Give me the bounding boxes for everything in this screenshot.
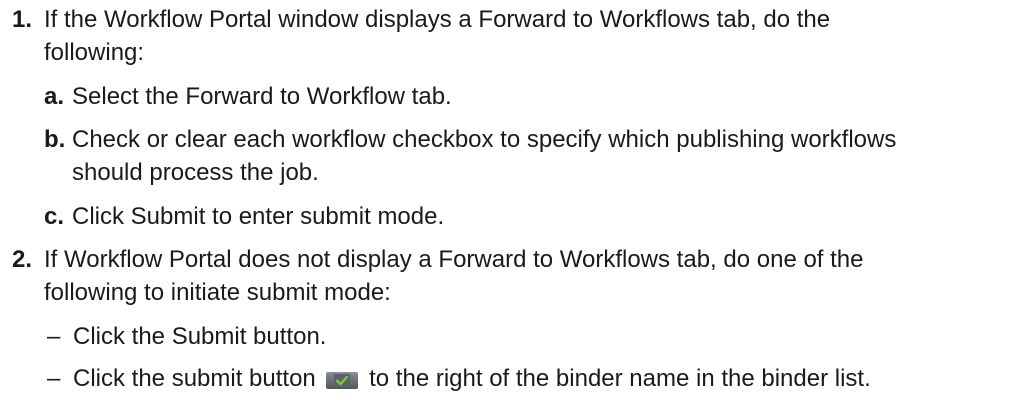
substep-b-line-2: should process the job. bbox=[72, 159, 319, 186]
bullet-2-text-before: Click the submit button bbox=[73, 365, 316, 392]
step-2-line-1: If Workflow Portal does not display a Fo… bbox=[44, 246, 864, 273]
substep-b-letter: b. bbox=[44, 126, 66, 153]
bullet-1-dash: – bbox=[47, 323, 61, 350]
step-1-text: If the Workflow Portal window displays a… bbox=[44, 3, 1004, 69]
bullet-2-text: Click the submit button to the right of … bbox=[73, 362, 1023, 395]
substep-c-letter: c. bbox=[44, 203, 65, 230]
submit-checkmark-icon bbox=[326, 372, 359, 389]
substep-b-line-1: Check or clear each workflow checkbox to… bbox=[72, 126, 897, 153]
step-2-number: 2. bbox=[12, 246, 33, 273]
substep-a-text: Select the Forward to Workflow tab. bbox=[72, 83, 452, 110]
step-1-line-1: If the Workflow Portal window displays a… bbox=[44, 6, 831, 33]
substep-a-letter: a. bbox=[44, 83, 65, 110]
bullet-1-text: Click the Submit button. bbox=[73, 323, 327, 350]
substep-b-text: Check or clear each workflow checkbox to… bbox=[72, 123, 1022, 189]
step-1-number: 1. bbox=[12, 6, 33, 33]
bullet-2-dash: – bbox=[47, 365, 61, 392]
step-1-line-2: following: bbox=[44, 39, 145, 66]
step-2-text: If Workflow Portal does not display a Fo… bbox=[44, 243, 1004, 309]
document-page: 1. If the Workflow Portal window display… bbox=[0, 0, 1029, 400]
substep-c-text: Click Submit to enter submit mode. bbox=[72, 203, 445, 230]
bullet-2-text-after: to the right of the binder name in the b… bbox=[369, 365, 871, 392]
step-2-line-2: following to initiate submit mode: bbox=[44, 279, 391, 306]
